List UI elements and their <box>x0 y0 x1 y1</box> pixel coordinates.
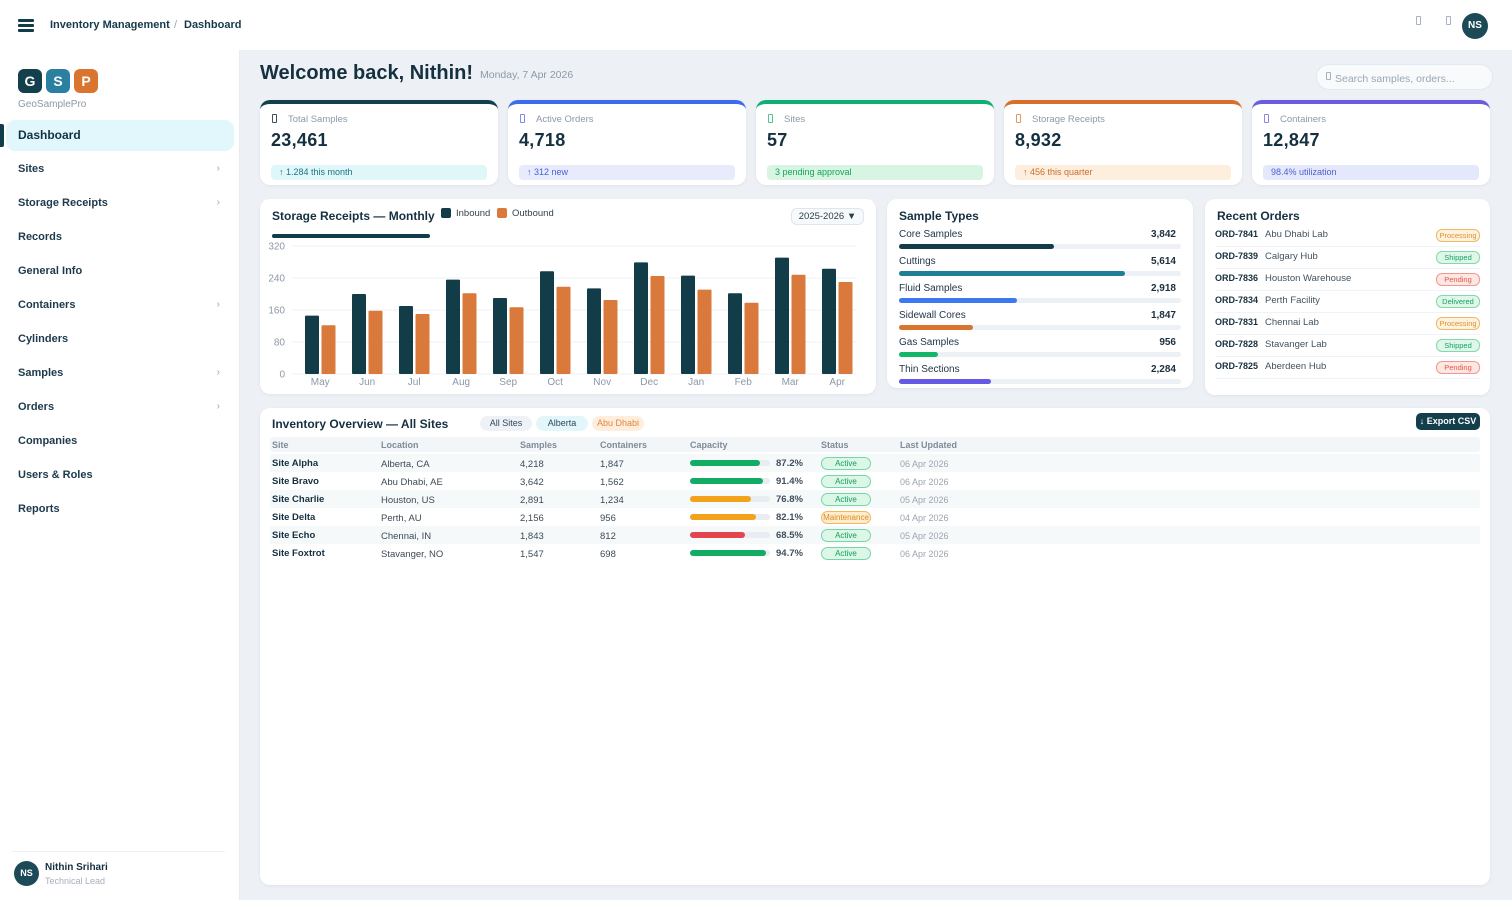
svg-text:Jul: Jul <box>408 377 421 388</box>
svg-text:Oct: Oct <box>547 377 563 388</box>
svg-text:Mar: Mar <box>782 377 800 388</box>
svg-text:Feb: Feb <box>735 377 753 388</box>
svg-text:Dec: Dec <box>640 377 658 388</box>
svg-text:80: 80 <box>274 338 286 349</box>
svg-text:Sep: Sep <box>499 377 517 388</box>
svg-text:Jan: Jan <box>688 377 704 388</box>
svg-text:May: May <box>311 377 330 388</box>
svg-text:Aug: Aug <box>452 377 470 388</box>
svg-text:160: 160 <box>268 306 285 317</box>
svg-text:0: 0 <box>279 370 285 381</box>
svg-text:Apr: Apr <box>829 377 845 388</box>
svg-text:Nov: Nov <box>593 377 611 388</box>
svg-text:320: 320 <box>268 242 285 253</box>
svg-text:Jun: Jun <box>359 377 375 388</box>
svg-text:240: 240 <box>268 274 285 285</box>
